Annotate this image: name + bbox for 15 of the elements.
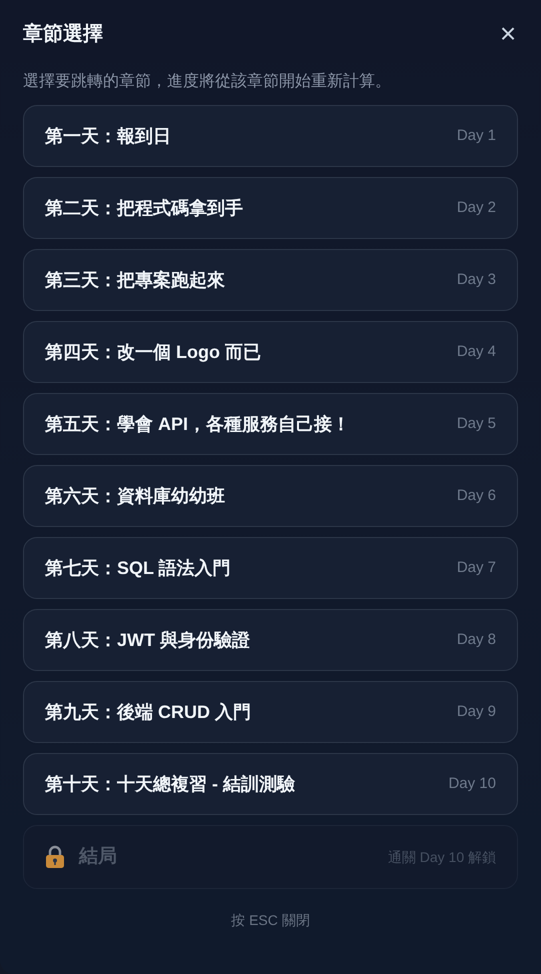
- esc-hint: 按 ESC 關閉: [230, 911, 311, 930]
- padlock-icon: [45, 845, 65, 869]
- dialog-description: 選擇要跳轉的章節，進度將從該章節開始重新計算。: [23, 72, 392, 92]
- chapter-item[interactable]: 第十天：十天總複習 - 結訓測驗 Day 10: [23, 753, 518, 815]
- chapter-item[interactable]: 第五天：學會 API，各種服務自己接！ Day 5: [23, 393, 518, 455]
- chapter-item[interactable]: 第六天：資料庫幼幼班 Day 6: [23, 465, 518, 527]
- chapter-item[interactable]: 第七天：SQL 語法入門 Day 7: [23, 537, 518, 599]
- chapter-item[interactable]: 第一天：報到日 Day 1: [23, 105, 518, 167]
- chapter-item[interactable]: 第九天：後端 CRUD 入門 Day 9: [23, 681, 518, 743]
- close-button[interactable]: ×: [494, 20, 522, 48]
- chapter-item[interactable]: 第四天：改一個 Logo 而已 Day 4: [23, 321, 518, 383]
- dialog-title: 章節選擇: [23, 22, 103, 47]
- chapter-item[interactable]: 第三天：把專案跑起來 Day 3: [23, 249, 518, 311]
- chapter-item[interactable]: 第八天：JWT 與身份驗證 Day 8: [23, 609, 518, 671]
- chapter-item[interactable]: 第二天：把程式碼拿到手 Day 2: [23, 177, 518, 239]
